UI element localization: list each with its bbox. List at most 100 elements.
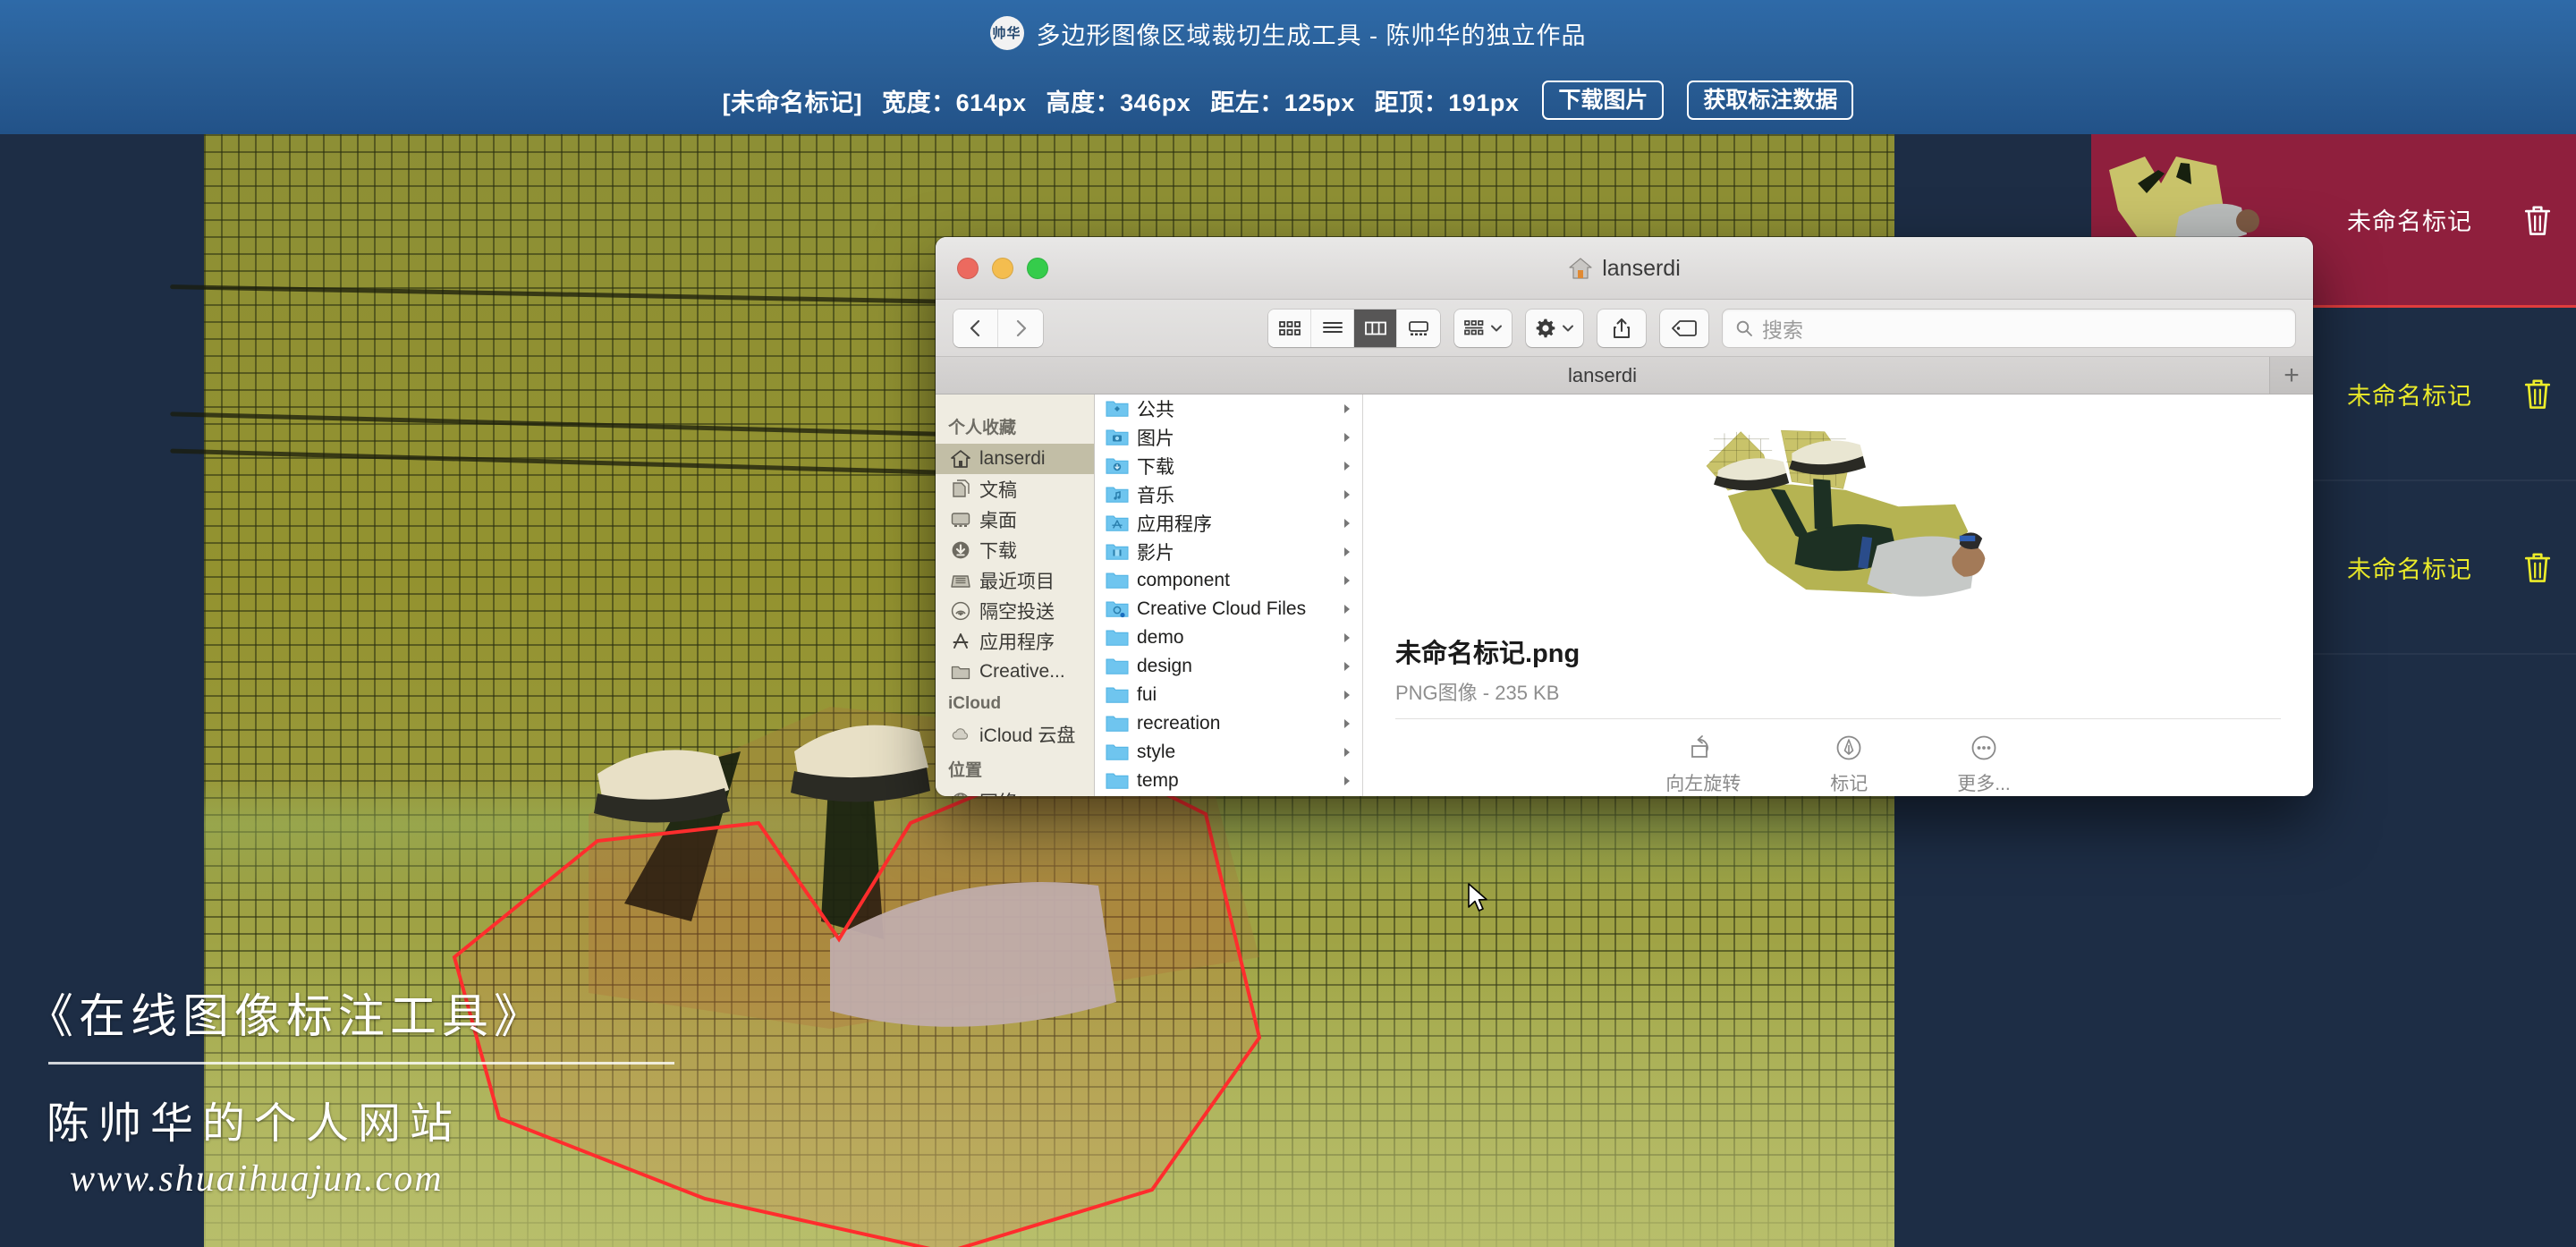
marker-name-label: [未命名标记] — [722, 89, 863, 116]
file-name: temp — [1137, 770, 1179, 791]
annotation-label: 未命名标记 — [2347, 382, 2472, 410]
back-button[interactable] — [953, 309, 998, 347]
file-row-downloads[interactable]: 下载 — [1095, 452, 1362, 480]
file-name: 图片 — [1137, 428, 1174, 449]
disclosure-arrow-icon — [1344, 547, 1350, 556]
icon-view-button[interactable] — [1268, 309, 1311, 347]
site-watermark: 《在线图像标注工具》 陈帅华的个人网站 www.shuaihuajun.com — [27, 979, 674, 1200]
applications-icon — [953, 633, 969, 649]
file-name: 影片 — [1137, 543, 1174, 564]
file-row-temp[interactable]: temp — [1095, 767, 1362, 795]
watermark-title: 《在线图像标注工具》 — [27, 992, 547, 1043]
preview-file-info: PNG图像 - 235 KB — [1395, 682, 1560, 705]
file-name: fui — [1137, 684, 1157, 705]
rotate-left-button[interactable]: 向左旋转 — [1665, 734, 1741, 796]
more-button[interactable]: 更多... — [1957, 734, 2011, 796]
sidebar-item-icloud-drive[interactable]: iCloud 云盘 — [936, 719, 1094, 750]
file-row-pictures[interactable]: 图片 — [1095, 423, 1362, 452]
sidebar-item-label: 网络 — [979, 788, 1017, 796]
arrange-button[interactable] — [1454, 309, 1512, 347]
sidebar-item-network[interactable]: 网络 — [936, 786, 1094, 796]
disclosure-arrow-icon — [1344, 462, 1350, 471]
share-button[interactable] — [1597, 309, 1646, 347]
folder-cc-icon — [1106, 601, 1129, 618]
sidebar-item-documents[interactable]: 文稿 — [936, 474, 1094, 505]
folder-icon — [951, 666, 970, 680]
delete-annotation-icon[interactable] — [2522, 377, 2553, 411]
disclosure-arrow-icon — [1344, 433, 1350, 442]
sidebar-item-applications[interactable]: 应用程序 — [936, 626, 1094, 657]
finder-tabbar: lanserdi + — [936, 357, 2313, 394]
gear-icon — [1536, 318, 1555, 337]
disclosure-arrow-icon — [1344, 490, 1350, 499]
file-row-public[interactable]: 公共 — [1095, 394, 1362, 423]
forward-button[interactable] — [998, 309, 1043, 347]
column-view-button[interactable] — [1354, 309, 1397, 347]
file-row-music[interactable]: 音乐 — [1095, 480, 1362, 509]
folder-icon — [1106, 630, 1129, 646]
file-row-demo[interactable]: demo — [1095, 624, 1362, 652]
gallery-view-button[interactable] — [1397, 309, 1440, 347]
tag-icon — [1672, 319, 1697, 336]
finder-titlebar[interactable]: lanserdi — [936, 237, 2313, 300]
file-row-recreation[interactable]: recreation — [1095, 709, 1362, 738]
folder-icon — [1106, 658, 1129, 674]
watermark-url: www.shuaihuajun.com — [70, 1158, 444, 1200]
folder-icon — [1106, 744, 1129, 760]
watermark-subtitle: 陈帅华的个人网站 — [47, 1100, 462, 1148]
recents-icon — [951, 575, 970, 588]
chevron-left-icon — [970, 319, 979, 336]
delete-annotation-icon[interactable] — [2522, 203, 2553, 237]
file-row-movies[interactable]: 影片 — [1095, 538, 1362, 566]
sidebar-item-recents[interactable]: 最近项目 — [936, 565, 1094, 596]
file-name: 音乐 — [1137, 486, 1174, 506]
folder-icon — [1106, 573, 1129, 589]
preview-file-name: 未命名标记.png — [1395, 640, 1580, 669]
folder-apps-icon — [1106, 515, 1129, 531]
file-row-creative-cloud-files[interactable]: Creative Cloud Files — [1095, 595, 1362, 624]
file-row-www[interactable]: www — [1095, 795, 1362, 796]
get-annotation-data-button[interactable]: 获取标注数据 — [1687, 80, 1854, 121]
sidebar-item-desktop[interactable]: 桌面 — [936, 505, 1094, 535]
file-row-fui[interactable]: fui — [1095, 681, 1362, 709]
app-brand: 帅华 多边形图像区域裁切生成工具 - 陈帅华的独立作品 — [989, 16, 1587, 51]
sidebar-item-downloads[interactable]: 下载 — [936, 535, 1094, 565]
delete-annotation-icon[interactable] — [2522, 550, 2553, 584]
preview-action-bar: 向左旋转 标记 更多... — [1363, 734, 2313, 796]
annotation-label: 未命名标记 — [2347, 208, 2472, 235]
gallery-icon — [1409, 320, 1428, 335]
download-image-button[interactable]: 下载图片 — [1542, 80, 1665, 121]
new-tab-button[interactable]: + — [2270, 357, 2313, 394]
file-row-component[interactable]: component — [1095, 566, 1362, 595]
app-titlebar: 帅华 多边形图像区域裁切生成工具 - 陈帅华的独立作品 — [0, 0, 2576, 66]
file-name: 公共 — [1137, 400, 1174, 420]
mouse-cursor — [1468, 883, 1487, 912]
list-view-button[interactable] — [1311, 309, 1354, 347]
sidebar-item-airdrop[interactable]: 隔空投送 — [936, 596, 1094, 626]
sidebar-item-lanserdi[interactable]: lanserdi — [936, 444, 1094, 474]
finder-window[interactable]: lanserdi 搜索 lanserdi + 个人收藏 lanserdi 文稿 … — [936, 237, 2313, 796]
sidebar-section-favorites: 个人收藏 — [948, 419, 1017, 437]
search-input[interactable]: 搜索 — [1723, 309, 2295, 347]
finder-title-group: lanserdi — [936, 237, 2313, 300]
marker-top-label: 距顶：191px — [1374, 89, 1520, 116]
tags-button[interactable] — [1660, 309, 1708, 347]
downloads-icon — [952, 541, 970, 559]
chevron-down-icon — [1491, 325, 1502, 331]
app-title: 多边形图像区域裁切生成工具 - 陈帅华的独立作品 — [1036, 21, 1587, 49]
preview-action-label: 向左旋转 — [1665, 774, 1741, 794]
action-menu-button[interactable] — [1526, 309, 1583, 347]
file-row-design[interactable]: design — [1095, 652, 1362, 681]
file-row-style[interactable]: style — [1095, 738, 1362, 767]
disclosure-arrow-icon — [1344, 748, 1350, 757]
sidebar-item-label: 文稿 — [979, 480, 1017, 501]
file-name: recreation — [1137, 713, 1221, 734]
markup-button[interactable]: 标记 — [1830, 734, 1868, 796]
folder-icon — [1106, 716, 1129, 732]
tab-lanserdi[interactable]: lanserdi — [936, 357, 2270, 394]
sidebar-item-creative-cloud[interactable]: Creative... — [936, 657, 1094, 687]
rotate-left-icon — [1691, 735, 1709, 758]
disclosure-arrow-icon — [1344, 719, 1350, 728]
watermark-divider — [48, 1062, 674, 1065]
file-row-applications[interactable]: 应用程序 — [1095, 509, 1362, 538]
